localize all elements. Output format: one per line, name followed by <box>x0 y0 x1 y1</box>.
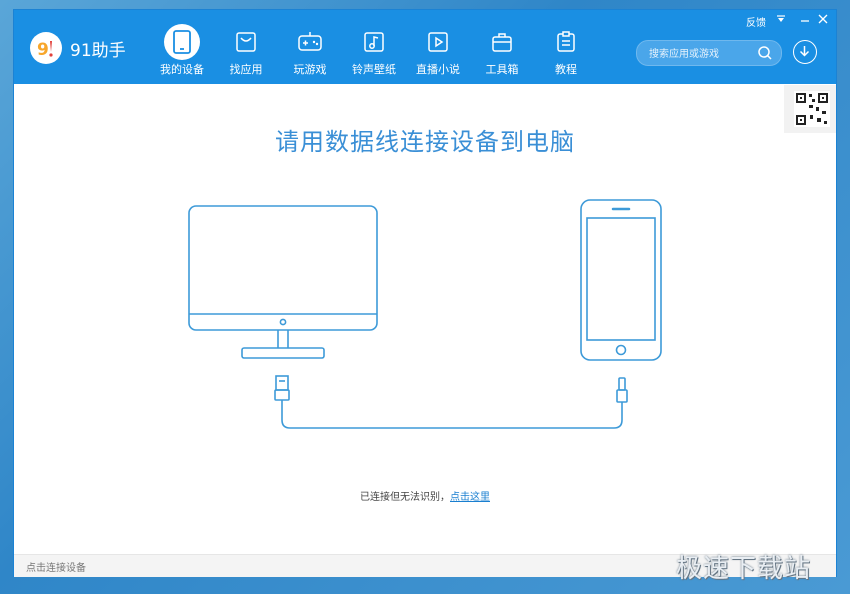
click-here-link[interactable]: 点击这里 <box>450 492 490 503</box>
phone-icon <box>580 199 662 361</box>
notice-text: 已连接但无法识别， <box>360 492 450 503</box>
unrecognized-notice: 已连接但无法识别，点击这里 <box>14 488 836 503</box>
connect-device-link[interactable]: 点击连接设备 <box>26 559 86 574</box>
connection-illustration <box>188 199 662 429</box>
computer-monitor-icon <box>188 205 378 359</box>
usb-cable-icon <box>274 375 628 429</box>
watermark-logo: 极速下载站 <box>676 554 812 584</box>
app-window: 9 91助手 我的设备 找应用 玩游戏 铃声壁纸 直播小说 工具箱 教程 搜索应… <box>14 10 836 577</box>
